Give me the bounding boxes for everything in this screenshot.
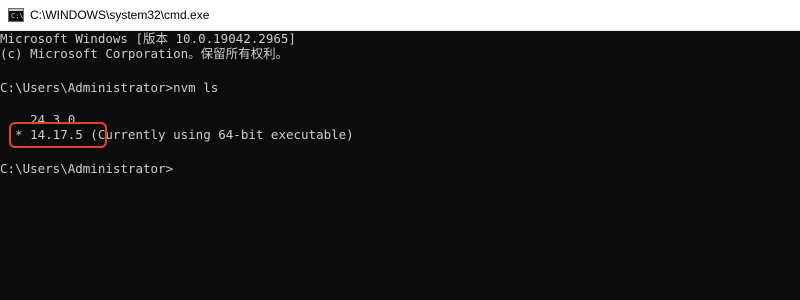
cmd-icon: C:\	[8, 8, 24, 22]
console-line-copyright: (c) Microsoft Corporation。保留所有权利。	[0, 46, 289, 61]
window-title: C:\WINDOWS\system32\cmd.exe	[30, 8, 210, 22]
console-output[interactable]: Microsoft Windows [版本 10.0.19042.2965] (…	[0, 31, 800, 300]
console-line-version: Microsoft Windows [版本 10.0.19042.2965]	[0, 31, 296, 46]
highlight-annotation	[9, 122, 107, 148]
title-bar[interactable]: C:\ C:\WINDOWS\system32\cmd.exe	[0, 0, 800, 31]
cmd-window: C:\ C:\WINDOWS\system32\cmd.exe Microsof…	[0, 0, 800, 300]
cmd-icon-text: C:\	[11, 12, 24, 20]
console-line-command: C:\Users\Administrator>nvm ls	[0, 80, 219, 95]
console-line-prompt: C:\Users\Administrator>	[0, 161, 174, 176]
